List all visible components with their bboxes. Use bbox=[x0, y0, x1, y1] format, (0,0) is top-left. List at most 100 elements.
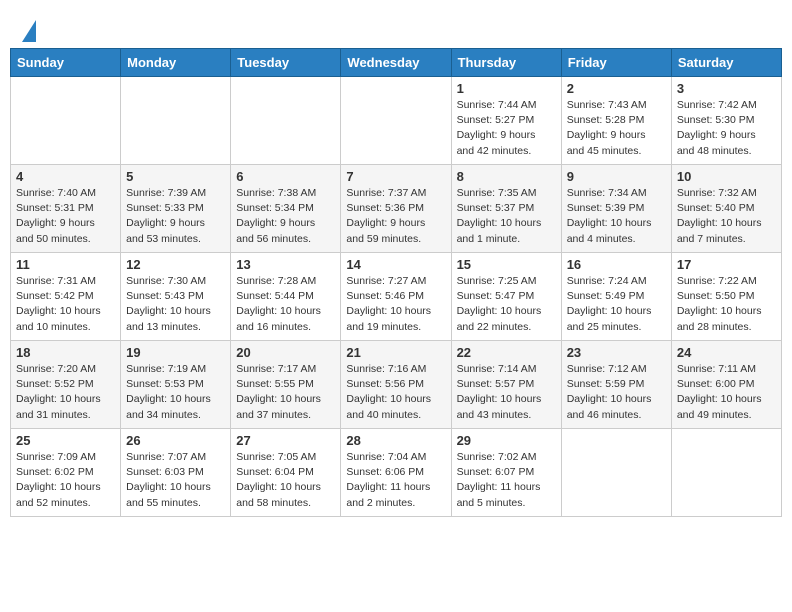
day-info: Sunrise: 7:24 AM Sunset: 5:49 PM Dayligh… bbox=[567, 274, 666, 335]
day-number: 4 bbox=[16, 169, 115, 184]
day-info: Sunrise: 7:17 AM Sunset: 5:55 PM Dayligh… bbox=[236, 362, 335, 423]
day-number: 11 bbox=[16, 257, 115, 272]
calendar-cell: 29 Sunrise: 7:02 AM Sunset: 6:07 PM Dayli… bbox=[451, 429, 561, 517]
week-row-0: 1 Sunrise: 7:44 AM Sunset: 5:27 PM Daylig… bbox=[11, 77, 782, 165]
day-number: 10 bbox=[677, 169, 776, 184]
calendar-cell: 21 Sunrise: 7:16 AM Sunset: 5:56 PM Dayli… bbox=[341, 341, 451, 429]
week-row-2: 11 Sunrise: 7:31 AM Sunset: 5:42 PM Dayli… bbox=[11, 253, 782, 341]
calendar-cell bbox=[561, 429, 671, 517]
day-info: Sunrise: 7:14 AM Sunset: 5:57 PM Dayligh… bbox=[457, 362, 556, 423]
calendar-cell: 12 Sunrise: 7:30 AM Sunset: 5:43 PM Dayli… bbox=[121, 253, 231, 341]
day-number: 22 bbox=[457, 345, 556, 360]
day-info: Sunrise: 7:05 AM Sunset: 6:04 PM Dayligh… bbox=[236, 450, 335, 511]
day-info: Sunrise: 7:12 AM Sunset: 5:59 PM Dayligh… bbox=[567, 362, 666, 423]
calendar-header-row: SundayMondayTuesdayWednesdayThursdayFrid… bbox=[11, 49, 782, 77]
calendar-cell: 19Sunrise: 7:19 AM Sunset: 5:53 PM Dayli… bbox=[121, 341, 231, 429]
week-row-1: 4 Sunrise: 7:40 AM Sunset: 5:31 PM Daylig… bbox=[11, 165, 782, 253]
calendar-cell: 7 Sunrise: 7:37 AM Sunset: 5:36 PM Daylig… bbox=[341, 165, 451, 253]
day-info: Sunrise: 7:37 AM Sunset: 5:36 PM Dayligh… bbox=[346, 186, 445, 247]
calendar-cell: 23 Sunrise: 7:12 AM Sunset: 5:59 PM Dayli… bbox=[561, 341, 671, 429]
calendar-cell: 5 Sunrise: 7:39 AM Sunset: 5:33 PM Daylig… bbox=[121, 165, 231, 253]
day-number: 12 bbox=[126, 257, 225, 272]
calendar-cell: 14 Sunrise: 7:27 AM Sunset: 5:46 PM Dayli… bbox=[341, 253, 451, 341]
calendar-cell: 1 Sunrise: 7:44 AM Sunset: 5:27 PM Daylig… bbox=[451, 77, 561, 165]
day-number: 26 bbox=[126, 433, 225, 448]
day-number: 21 bbox=[346, 345, 445, 360]
title-area bbox=[772, 10, 782, 18]
calendar-cell bbox=[341, 77, 451, 165]
day-info: Sunrise: 7:28 AM Sunset: 5:44 PM Dayligh… bbox=[236, 274, 335, 335]
day-number: 27 bbox=[236, 433, 335, 448]
day-info: Sunrise: 7:34 AM Sunset: 5:39 PM Dayligh… bbox=[567, 186, 666, 247]
calendar-cell bbox=[231, 77, 341, 165]
week-row-3: 18Sunrise: 7:20 AM Sunset: 5:52 PM Dayli… bbox=[11, 341, 782, 429]
day-number: 23 bbox=[567, 345, 666, 360]
day-info: Sunrise: 7:27 AM Sunset: 5:46 PM Dayligh… bbox=[346, 274, 445, 335]
calendar-cell: 22 Sunrise: 7:14 AM Sunset: 5:57 PM Dayli… bbox=[451, 341, 561, 429]
day-number: 8 bbox=[457, 169, 556, 184]
day-info: Sunrise: 7:20 AM Sunset: 5:52 PM Dayligh… bbox=[16, 362, 115, 423]
day-number: 29 bbox=[457, 433, 556, 448]
day-info: Sunrise: 7:31 AM Sunset: 5:42 PM Dayligh… bbox=[16, 274, 115, 335]
day-info: Sunrise: 7:04 AM Sunset: 6:06 PM Dayligh… bbox=[346, 450, 445, 511]
calendar-cell: 15 Sunrise: 7:25 AM Sunset: 5:47 PM Dayli… bbox=[451, 253, 561, 341]
header bbox=[10, 10, 782, 40]
calendar-cell: 2 Sunrise: 7:43 AM Sunset: 5:28 PM Daylig… bbox=[561, 77, 671, 165]
day-number: 7 bbox=[346, 169, 445, 184]
calendar-cell bbox=[121, 77, 231, 165]
logo bbox=[10, 10, 36, 40]
day-info: Sunrise: 7:42 AM Sunset: 5:30 PM Dayligh… bbox=[677, 98, 776, 159]
calendar-cell: 24Sunrise: 7:11 AM Sunset: 6:00 PM Dayli… bbox=[671, 341, 781, 429]
day-info: Sunrise: 7:40 AM Sunset: 5:31 PM Dayligh… bbox=[16, 186, 115, 247]
day-header-wednesday: Wednesday bbox=[341, 49, 451, 77]
day-info: Sunrise: 7:43 AM Sunset: 5:28 PM Dayligh… bbox=[567, 98, 666, 159]
day-info: Sunrise: 7:07 AM Sunset: 6:03 PM Dayligh… bbox=[126, 450, 225, 511]
calendar-cell: 9Sunrise: 7:34 AM Sunset: 5:39 PM Daylig… bbox=[561, 165, 671, 253]
day-number: 5 bbox=[126, 169, 225, 184]
day-info: Sunrise: 7:30 AM Sunset: 5:43 PM Dayligh… bbox=[126, 274, 225, 335]
calendar-cell: 6 Sunrise: 7:38 AM Sunset: 5:34 PM Daylig… bbox=[231, 165, 341, 253]
day-number: 16 bbox=[567, 257, 666, 272]
calendar-cell: 4 Sunrise: 7:40 AM Sunset: 5:31 PM Daylig… bbox=[11, 165, 121, 253]
calendar-cell: 27 Sunrise: 7:05 AM Sunset: 6:04 PM Dayli… bbox=[231, 429, 341, 517]
calendar-cell bbox=[671, 429, 781, 517]
calendar-cell: 3Sunrise: 7:42 AM Sunset: 5:30 PM Daylig… bbox=[671, 77, 781, 165]
calendar-cell: 26 Sunrise: 7:07 AM Sunset: 6:03 PM Dayli… bbox=[121, 429, 231, 517]
day-header-saturday: Saturday bbox=[671, 49, 781, 77]
day-number: 20 bbox=[236, 345, 335, 360]
calendar-cell bbox=[11, 77, 121, 165]
day-number: 14 bbox=[346, 257, 445, 272]
calendar-body: 1 Sunrise: 7:44 AM Sunset: 5:27 PM Daylig… bbox=[11, 77, 782, 517]
day-info: Sunrise: 7:22 AM Sunset: 5:50 PM Dayligh… bbox=[677, 274, 776, 335]
day-info: Sunrise: 7:39 AM Sunset: 5:33 PM Dayligh… bbox=[126, 186, 225, 247]
day-number: 15 bbox=[457, 257, 556, 272]
day-number: 2 bbox=[567, 81, 666, 96]
day-number: 25 bbox=[16, 433, 115, 448]
day-header-friday: Friday bbox=[561, 49, 671, 77]
day-number: 1 bbox=[457, 81, 556, 96]
day-info: Sunrise: 7:32 AM Sunset: 5:40 PM Dayligh… bbox=[677, 186, 776, 247]
day-info: Sunrise: 7:35 AM Sunset: 5:37 PM Dayligh… bbox=[457, 186, 556, 247]
week-row-4: 25 Sunrise: 7:09 AM Sunset: 6:02 PM Dayli… bbox=[11, 429, 782, 517]
day-number: 6 bbox=[236, 169, 335, 184]
day-info: Sunrise: 7:38 AM Sunset: 5:34 PM Dayligh… bbox=[236, 186, 335, 247]
day-number: 13 bbox=[236, 257, 335, 272]
day-info: Sunrise: 7:02 AM Sunset: 6:07 PM Dayligh… bbox=[457, 450, 556, 511]
day-header-thursday: Thursday bbox=[451, 49, 561, 77]
day-info: Sunrise: 7:44 AM Sunset: 5:27 PM Dayligh… bbox=[457, 98, 556, 159]
day-info: Sunrise: 7:16 AM Sunset: 5:56 PM Dayligh… bbox=[346, 362, 445, 423]
day-number: 28 bbox=[346, 433, 445, 448]
logo-icon bbox=[22, 20, 36, 42]
day-info: Sunrise: 7:09 AM Sunset: 6:02 PM Dayligh… bbox=[16, 450, 115, 511]
calendar-cell: 28 Sunrise: 7:04 AM Sunset: 6:06 PM Dayli… bbox=[341, 429, 451, 517]
calendar-cell: 11 Sunrise: 7:31 AM Sunset: 5:42 PM Dayli… bbox=[11, 253, 121, 341]
calendar-cell: 25 Sunrise: 7:09 AM Sunset: 6:02 PM Dayli… bbox=[11, 429, 121, 517]
day-info: Sunrise: 7:25 AM Sunset: 5:47 PM Dayligh… bbox=[457, 274, 556, 335]
day-header-sunday: Sunday bbox=[11, 49, 121, 77]
day-info: Sunrise: 7:11 AM Sunset: 6:00 PM Dayligh… bbox=[677, 362, 776, 423]
calendar-cell: 16 Sunrise: 7:24 AM Sunset: 5:49 PM Dayli… bbox=[561, 253, 671, 341]
calendar-cell: 10 Sunrise: 7:32 AM Sunset: 5:40 PM Dayli… bbox=[671, 165, 781, 253]
day-header-tuesday: Tuesday bbox=[231, 49, 341, 77]
calendar-cell: 17Sunrise: 7:22 AM Sunset: 5:50 PM Dayli… bbox=[671, 253, 781, 341]
calendar-table: SundayMondayTuesdayWednesdayThursdayFrid… bbox=[10, 48, 782, 517]
